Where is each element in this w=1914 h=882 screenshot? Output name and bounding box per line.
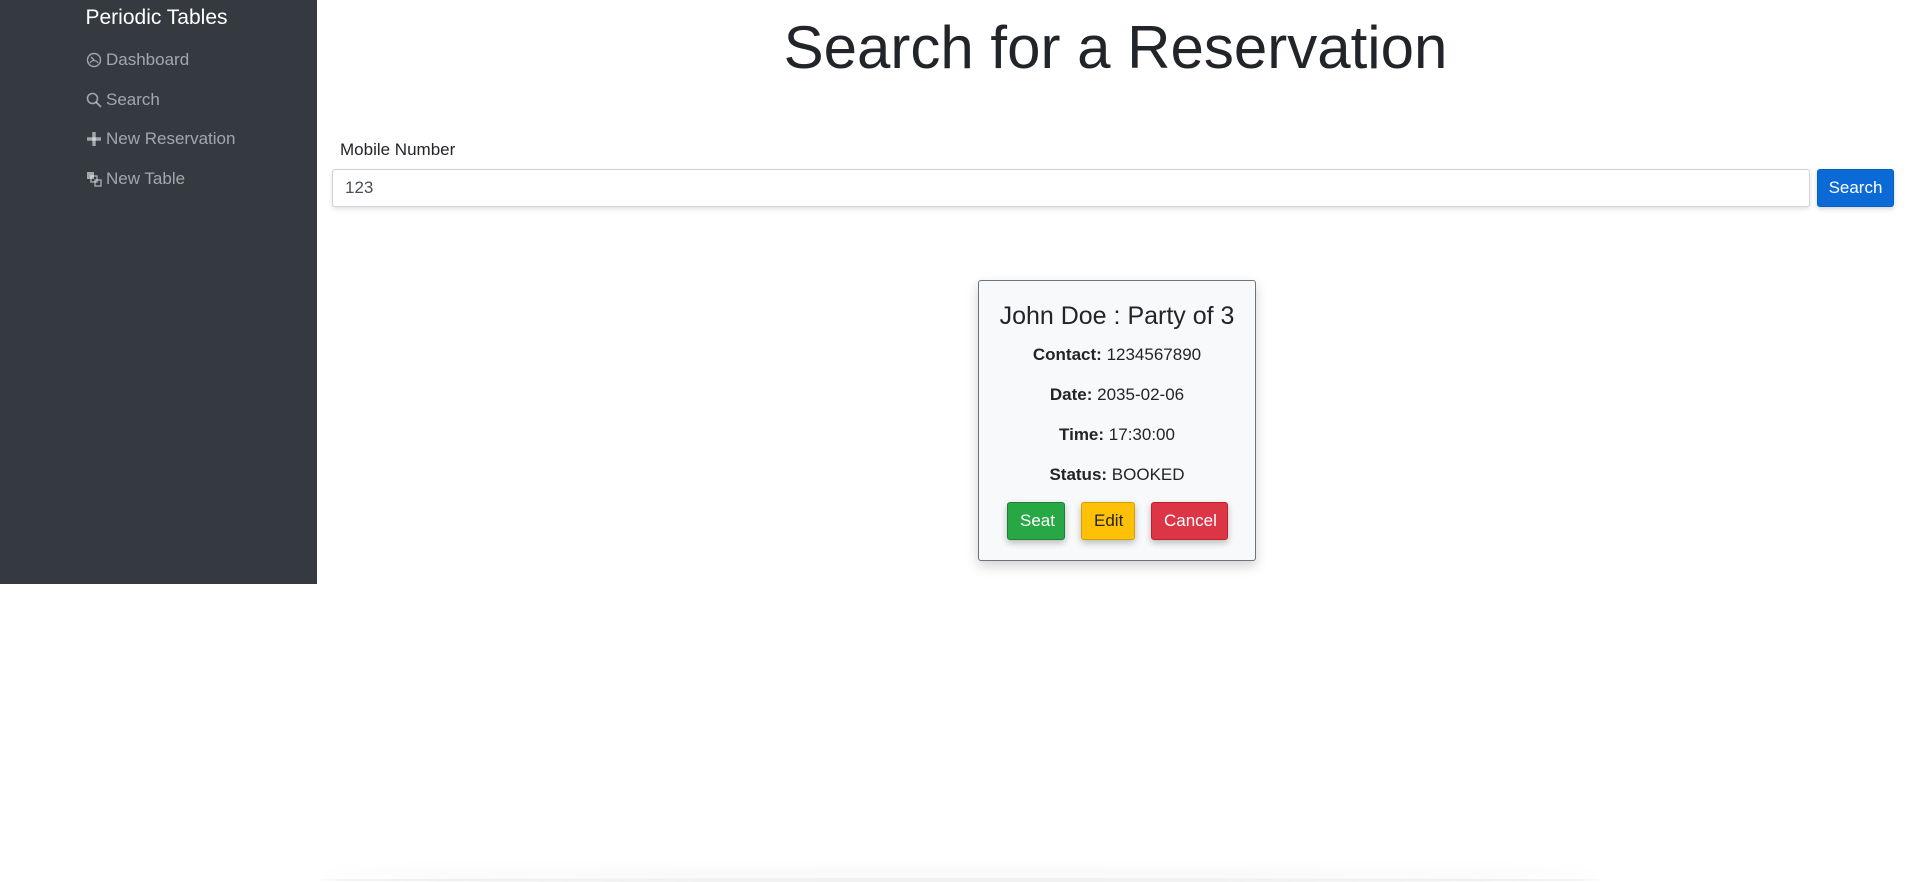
sidebar-item-label: Search xyxy=(106,90,160,109)
search-icon xyxy=(86,92,102,108)
table-icon xyxy=(87,172,102,187)
title-separator: : xyxy=(1106,302,1128,330)
reservation-card: John Doe : Party of 3 Contact: 123456789… xyxy=(978,280,1256,561)
party-size: Party of 3 xyxy=(1127,302,1235,330)
status-value: BOOKED xyxy=(1111,465,1185,484)
contact-line: Contact: 1234567890 xyxy=(979,344,1255,366)
status-line: Status: BOOKED xyxy=(979,464,1255,486)
brand-title[interactable]: Periodic Tables xyxy=(0,5,313,31)
mobile-number-label: Mobile Number xyxy=(340,140,456,159)
time-line: Time: 17:30:00 xyxy=(979,424,1255,446)
sidebar-item-new-table[interactable]: New Table xyxy=(86,166,185,192)
sidebar-item-label: New Reservation xyxy=(106,129,236,148)
time-label: Time: xyxy=(1059,425,1105,444)
reservation-title: John Doe : Party of 3 xyxy=(979,301,1255,331)
search-button[interactable]: Search xyxy=(1817,169,1894,207)
contact-label: Contact: xyxy=(1032,345,1102,364)
cancel-button[interactable]: Cancel xyxy=(1151,502,1228,540)
bottom-shadow xyxy=(315,878,1605,882)
reservation-name: John Doe xyxy=(999,302,1107,330)
reservation-actions: Seat Edit Cancel xyxy=(1007,502,1228,540)
date-label: Date: xyxy=(1049,385,1093,404)
page-title: Search for a Reservation xyxy=(783,14,1448,81)
date-value: 2035-02-06 xyxy=(1097,385,1185,404)
seat-button[interactable]: Seat xyxy=(1007,502,1065,540)
sidebar-item-dashboard[interactable]: Dashboard xyxy=(86,47,189,73)
date-line: Date: 2035-02-06 xyxy=(979,384,1255,406)
mobile-number-input[interactable] xyxy=(332,169,1810,207)
status-label: Status: xyxy=(1049,465,1108,484)
dashboard-icon xyxy=(86,52,102,68)
time-value: 17:30:00 xyxy=(1108,425,1175,444)
contact-value: 1234567890 xyxy=(1106,345,1202,364)
sidebar-item-search[interactable]: Search xyxy=(86,87,160,113)
sidebar-item-label: New Table xyxy=(106,169,186,188)
sidebar: Periodic Tables Dashboard Search New Res… xyxy=(0,0,317,584)
sidebar-item-new-reservation[interactable]: New Reservation xyxy=(86,126,235,152)
plus-icon xyxy=(87,132,101,146)
sidebar-item-label: Dashboard xyxy=(106,50,190,69)
edit-button[interactable]: Edit xyxy=(1081,502,1135,540)
